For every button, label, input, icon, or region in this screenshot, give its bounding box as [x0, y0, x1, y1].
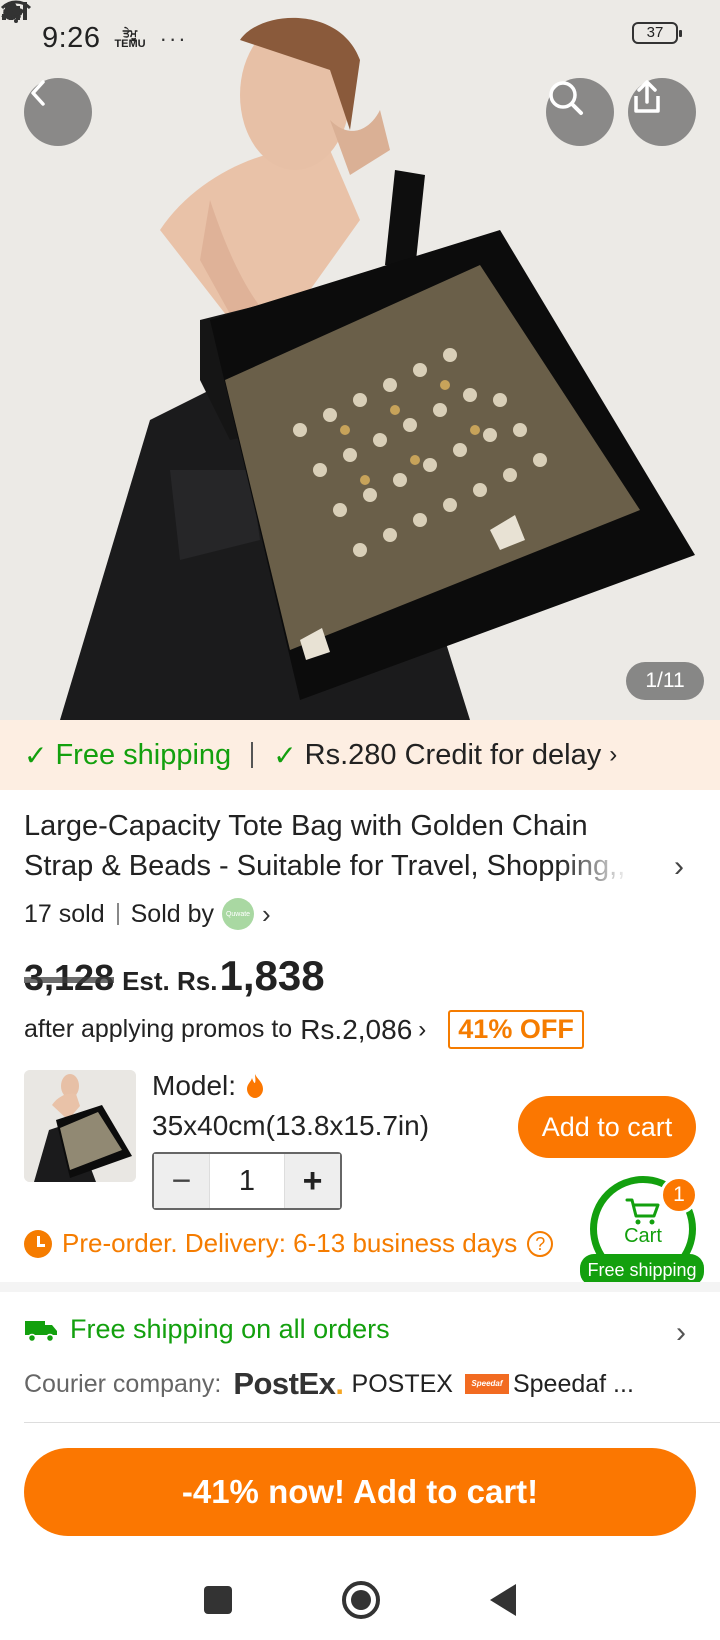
decrease-quantity-button[interactable]: −	[154, 1154, 210, 1208]
divider	[24, 1422, 720, 1423]
cart-icon	[625, 1198, 660, 1225]
back-icon	[31, 80, 45, 106]
divider	[251, 742, 254, 768]
back-button[interactable]	[24, 78, 92, 146]
sold-count: 17 sold	[24, 899, 105, 928]
postex-name: POSTEX	[351, 1369, 453, 1398]
product-image-carousel[interactable]: 9:26 ਤੇਮੂ TEMU ··· 37 1/11	[0, 0, 720, 720]
battery-icon: 37	[632, 22, 682, 44]
quantity-stepper: − 1 +	[152, 1152, 342, 1210]
check-icon: ✓	[24, 739, 48, 771]
system-back-icon[interactable]	[490, 1584, 516, 1616]
share-button[interactable]	[628, 78, 696, 146]
shipping-title: Free shipping on all orders	[70, 1314, 390, 1344]
cart-label: Cart	[624, 1225, 662, 1247]
chevron-right-icon: ›	[418, 1015, 427, 1043]
estimated-price: 1,838	[219, 952, 325, 999]
wifi-icon	[0, 0, 32, 23]
image-pager: 1/11	[626, 662, 704, 700]
share-icon	[634, 80, 660, 113]
shipping-row[interactable]: Free shipping on all orders	[24, 1314, 390, 1345]
temu-status-icon: ਤੇਮੂ TEMU	[114, 27, 146, 50]
speedaf-name: Speedaf ...	[512, 1369, 634, 1398]
promo-prefix: after applying promos to	[24, 1015, 293, 1043]
cart-count-badge: 1	[660, 1176, 698, 1214]
promo-strip[interactable]: ✓ Free shipping ✓ Rs.280 Credit for dela…	[0, 720, 720, 790]
price-row: 3,128 Est. Rs. 1,838	[24, 952, 325, 1000]
section-divider	[0, 1282, 720, 1292]
discount-badge: 41% OFF	[448, 1010, 584, 1049]
status-time: 9:26	[42, 22, 101, 54]
delay-credit-label: Rs.280 Credit for delay	[304, 738, 602, 771]
model-label-row: Model:	[152, 1070, 266, 1102]
free-shipping-badge: ✓ Free shipping	[24, 739, 231, 772]
search-button[interactable]	[546, 78, 614, 146]
speedaf-logo: Speedaf	[464, 1374, 509, 1394]
chevron-right-icon[interactable]: ›	[676, 1316, 686, 1350]
courier-label: Courier company:	[24, 1369, 222, 1398]
delivery-info: Pre-order. Delivery: 6-13 business days …	[24, 1228, 554, 1259]
chevron-right-icon: ›	[609, 741, 618, 768]
chevron-right-icon[interactable]: ›	[262, 899, 271, 930]
add-to-cart-button[interactable]: Add to cart	[518, 1096, 696, 1158]
thumbnail-image	[24, 1070, 136, 1182]
promo-row[interactable]: after applying promos to Rs.2,086 › 41% …	[24, 1010, 584, 1049]
postex-logo: PostEx.	[233, 1366, 344, 1401]
divider	[116, 903, 119, 925]
bottom-add-to-cart-button[interactable]: -41% now! Add to cart!	[24, 1448, 696, 1536]
original-price: 3,128	[24, 957, 115, 998]
system-navigation-bar	[0, 1560, 720, 1640]
sold-by-label: Sold by	[130, 899, 215, 928]
seller-logo[interactable]: Quwate	[222, 898, 255, 930]
more-icon: ···	[159, 25, 188, 51]
free-shipping-label: Free shipping	[55, 738, 232, 771]
model-label: Model:	[152, 1070, 237, 1101]
model-value[interactable]: 35x40cm(13.8x15.7in)	[152, 1110, 429, 1142]
courier-row: Courier company: PostEx. POSTEX Speedaf …	[24, 1366, 634, 1402]
delay-credit-link[interactable]: ✓ Rs.280 Credit for delay ›	[273, 739, 617, 772]
increase-quantity-button[interactable]: +	[284, 1154, 340, 1208]
flame-icon	[247, 1074, 264, 1098]
delivery-text: Pre-order. Delivery: 6-13 business days	[62, 1228, 518, 1258]
recent-apps-icon[interactable]	[204, 1586, 232, 1614]
truck-icon	[25, 1320, 57, 1342]
help-icon[interactable]: ?	[527, 1230, 554, 1257]
promo-amount: Rs.2,086	[300, 1013, 413, 1045]
chevron-right-icon[interactable]: ›	[674, 850, 684, 884]
estimated-label: Est. Rs.	[122, 966, 218, 996]
clock-icon	[24, 1229, 52, 1258]
status-bar: 9:26 ਤੇਮੂ TEMU ··· 37	[0, 0, 720, 76]
check-icon: ✓	[273, 739, 297, 771]
sold-row: 17 sold Sold by Quwate ›	[24, 896, 271, 932]
variant-thumbnail[interactable]	[24, 1070, 136, 1182]
title-fade	[560, 846, 660, 886]
quantity-value[interactable]: 1	[210, 1165, 284, 1198]
home-icon[interactable]	[342, 1581, 380, 1619]
search-icon	[549, 81, 583, 115]
